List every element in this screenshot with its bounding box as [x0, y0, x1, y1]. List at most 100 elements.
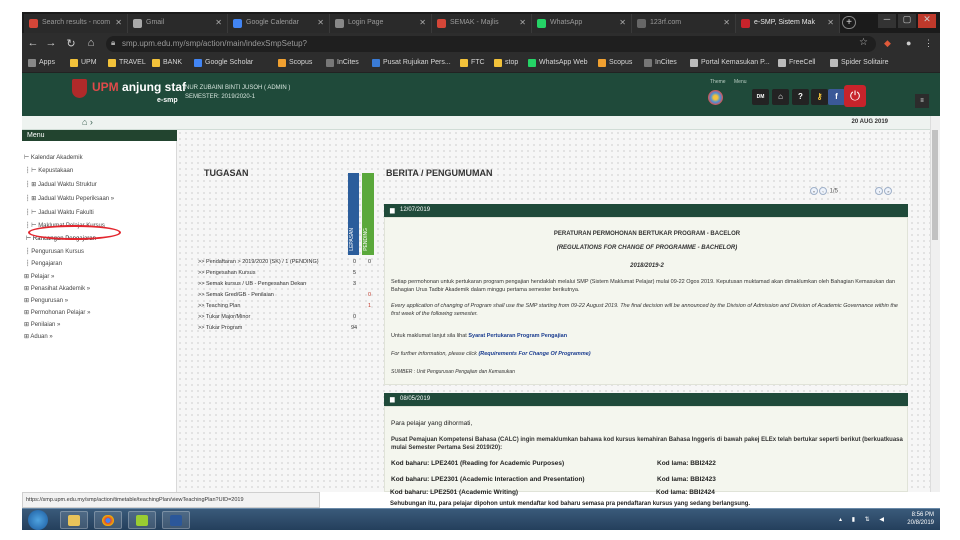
task-count-lepasan[interactable]: 5: [353, 270, 356, 276]
bookmark-portal-kemasukan[interactable]: Portal Kemasukan P...: [690, 59, 770, 67]
task-count-lepasan[interactable]: 0: [353, 259, 356, 265]
dm-button[interactable]: DM: [752, 89, 769, 105]
profile-icon[interactable]: ●: [906, 38, 911, 48]
tab-2[interactable]: Google Calendar ✕: [228, 14, 330, 33]
task-row[interactable]: >> Tukar Program: [198, 325, 242, 331]
close-icon[interactable]: ✕: [519, 18, 526, 27]
sidebar-item-penasihat-akademik[interactable]: ⊞ Penasihat Akademik »: [24, 285, 90, 292]
key-icon[interactable]: ⚷: [811, 89, 828, 105]
close-icon[interactable]: ✕: [827, 18, 834, 27]
start-button[interactable]: [28, 510, 48, 530]
task-row[interactable]: >> Pendaftaran > 2019/2020 (SK) / 1 (PEN…: [198, 259, 319, 265]
forward-icon[interactable]: →: [44, 37, 58, 49]
home-icon[interactable]: ⌂ ›: [82, 117, 93, 127]
bookmark-freecell[interactable]: FreeCell: [778, 59, 815, 67]
requirements-link[interactable]: (Requirements For Change Of Programme): [478, 351, 590, 357]
sidebar-item-penilaian[interactable]: ⊞ Penilaian »: [24, 321, 60, 328]
syarat-pertukaran-link[interactable]: Syarat Pertukaran Program Pengajian: [468, 333, 567, 339]
task-row[interactable]: >> Tukar Major/Minor: [198, 314, 250, 320]
side-toggle-button[interactable]: ≡: [915, 94, 929, 108]
tab-3[interactable]: Login Page ✕: [330, 14, 432, 33]
sidebar-item-pengurusan-kursus[interactable]: ┆ Pengurusan Kursus: [26, 248, 84, 255]
home-icon[interactable]: ⌂: [772, 89, 789, 105]
facebook-button[interactable]: f: [828, 89, 845, 105]
task-count-lepasan[interactable]: 3: [353, 281, 356, 287]
last-page-button[interactable]: »: [884, 187, 893, 195]
bookmark-incites-2[interactable]: InCites: [644, 59, 677, 67]
bookmark-travel[interactable]: TRAVEL: [108, 59, 146, 67]
sidebar-item-kepustakaan[interactable]: ┆ ⊢ Kepustakaan: [26, 167, 73, 174]
bookmark-spider-solitaire[interactable]: Spider Solitaire: [830, 59, 888, 67]
url-input[interactable]: 🔒︎ smp.upm.edu.my/smp/action/main/indexS…: [106, 36, 876, 52]
bookmark-scopus[interactable]: Scopus: [278, 59, 312, 67]
prev-page-button[interactable]: ‹: [819, 187, 827, 195]
bookmark-google-scholar[interactable]: Google Scholar: [194, 59, 253, 67]
tab-1[interactable]: Gmail ✕: [128, 14, 228, 33]
taskbar-chrome[interactable]: [94, 511, 122, 529]
sidebar-item-kalendar-akademik[interactable]: ⊢ Kalendar Akademik: [24, 154, 83, 161]
task-label: Teaching Plan: [205, 303, 241, 309]
bookmark-scopus-2[interactable]: Scopus: [598, 59, 632, 67]
system-tray-icons[interactable]: ▴ ▮ ⇅ ◀︎: [839, 516, 888, 523]
tab-4[interactable]: SEMAK - Majlis ✕: [432, 14, 532, 33]
bookmark-bank[interactable]: BANK: [152, 59, 182, 67]
close-icon[interactable]: ✕: [317, 18, 324, 27]
task-row[interactable]: >> Semak kursus / UB - Pengesahan Dekan: [198, 281, 306, 287]
task-count-pending[interactable]: 0: [368, 259, 371, 265]
sidebar-item-permohonan-pelajar[interactable]: ⊞ Permohonan Pelajar »: [24, 309, 90, 316]
taskbar-app[interactable]: [128, 511, 156, 529]
help-button[interactable]: ?: [792, 89, 809, 105]
maximize-button[interactable]: ▢: [898, 14, 916, 28]
logout-power-button[interactable]: ⏻: [844, 85, 866, 107]
taskbar-word[interactable]: [162, 511, 190, 529]
back-icon[interactable]: ←: [26, 37, 40, 49]
more-menu-icon[interactable]: ⋮: [924, 38, 933, 49]
bookmark-whatsapp-web[interactable]: WhatsApp Web: [528, 59, 588, 67]
next-page-button[interactable]: ›: [875, 187, 884, 195]
task-count-lepasan[interactable]: 94: [351, 325, 357, 331]
task-count-pending[interactable]: 0: [368, 292, 371, 298]
tab-0[interactable]: Search results - ncom ✕: [24, 14, 128, 33]
sidebar-item-jadual-struktur[interactable]: ┆ ⊞ Jadual Waktu Struktur: [26, 181, 97, 188]
taskbar-explorer[interactable]: [60, 511, 88, 529]
sidebar-item-jadual-fakulti[interactable]: ┆ ⊢ Jadual Waktu Fakulti: [26, 209, 94, 216]
bookmark-incites[interactable]: InCites: [326, 59, 359, 67]
task-row[interactable]: >> Teaching Plan: [198, 303, 240, 309]
bookmark-apps[interactable]: Apps: [28, 59, 55, 67]
new-tab-button[interactable]: +: [842, 16, 856, 29]
bookmark-pusat-rujukan[interactable]: Pusat Rujukan Pers...: [372, 59, 451, 67]
close-icon[interactable]: ✕: [723, 18, 730, 27]
extension-icon[interactable]: ◆: [884, 38, 891, 49]
bookmark-star-icon[interactable]: ☆: [859, 37, 868, 48]
close-icon[interactable]: ✕: [115, 18, 122, 27]
tab-7-active[interactable]: e-SMP, Sistem Mak ✕: [736, 14, 840, 33]
clock[interactable]: 8:56 PM 20/8/2019: [907, 511, 934, 527]
tab-6[interactable]: 123rf.com ✕: [632, 14, 736, 33]
task-count-pending[interactable]: 1: [368, 303, 371, 309]
sidebar-item-aduan[interactable]: ⊞ Aduan »: [24, 333, 53, 340]
first-page-button[interactable]: «: [810, 187, 818, 195]
tab-5[interactable]: WhatsApp ✕: [532, 14, 632, 33]
close-icon[interactable]: ✕: [215, 18, 222, 27]
tab-label: e-SMP, Sistem Mak: [754, 19, 815, 26]
bookmark-stop[interactable]: stop: [494, 59, 518, 67]
sidebar-item-jadual-peperiksaan[interactable]: ┆ ⊞ Jadual Waktu Peperiksaan »: [26, 195, 114, 202]
close-icon[interactable]: ✕: [619, 18, 626, 27]
site-logo[interactable]: UPM anjung staf: [92, 80, 186, 94]
task-row[interactable]: >> Semak Gred/GB - Penilaian: [198, 292, 274, 298]
bookmark-upm[interactable]: UPM: [70, 59, 97, 67]
task-row[interactable]: >> Pengesahan Kursus: [198, 270, 256, 276]
sidebar-item-pengurusan[interactable]: ⊞ Pengurusan »: [24, 297, 68, 304]
minimize-button[interactable]: ─: [878, 14, 896, 28]
sidebar-item-pengajaran[interactable]: ┆ Pengajaran: [26, 260, 62, 267]
close-window-button[interactable]: ✕: [918, 14, 936, 28]
bookmark-ftc[interactable]: FTC: [460, 59, 485, 67]
reload-icon[interactable]: ↻: [64, 37, 78, 50]
theme-palette-icon[interactable]: [708, 90, 723, 105]
task-count-lepasan[interactable]: 0: [353, 314, 356, 320]
scrollbar-thumb[interactable]: [932, 130, 938, 240]
sidebar-item-pelajar[interactable]: ⊞ Pelajar »: [24, 273, 54, 280]
home-icon[interactable]: ⌂: [84, 37, 98, 49]
sidebar-item-label: Jadual Waktu Fakulti: [38, 210, 94, 216]
close-icon[interactable]: ✕: [419, 18, 426, 27]
